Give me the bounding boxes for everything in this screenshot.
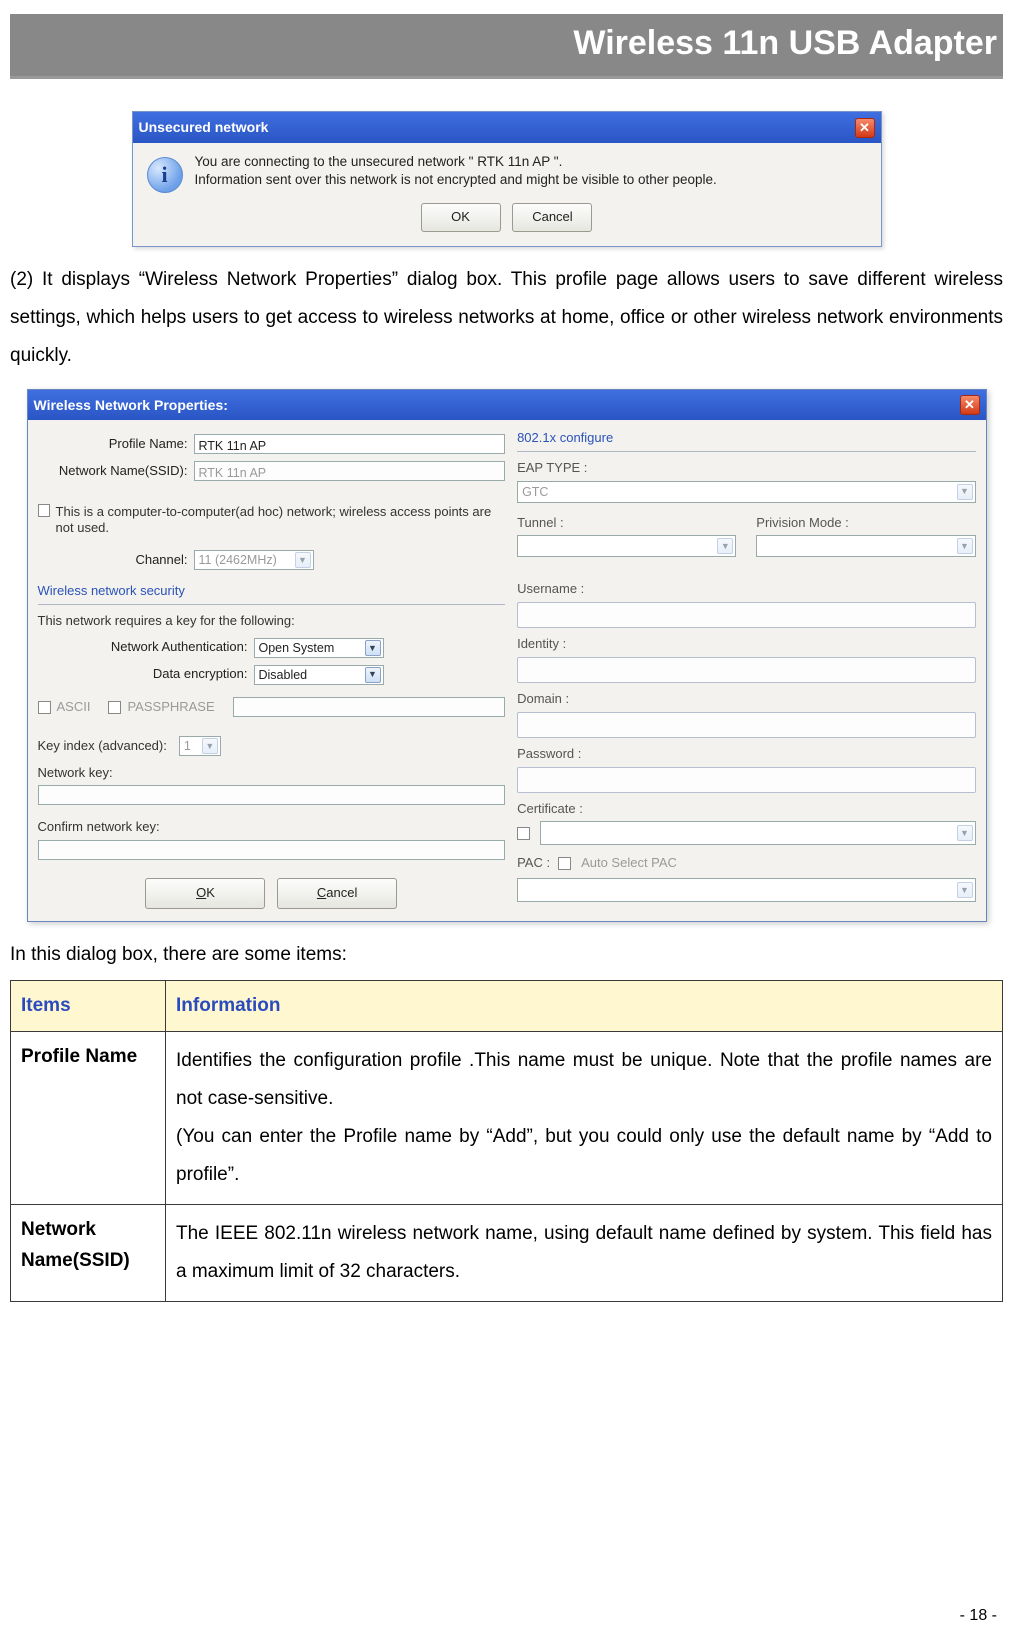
keyindex-select: 1 ▼: [179, 736, 221, 756]
enc-label: Data encryption:: [38, 664, 248, 685]
items-info-table: Items Information Profile Name Identifie…: [10, 980, 1003, 1302]
table-header-information: Information: [166, 981, 1003, 1032]
dialog2-titlebar[interactable]: Wireless Network Properties: ✕: [28, 390, 986, 420]
page-header: Wireless 11n USB Adapter: [10, 14, 1003, 79]
dialog1-message-line2: Information sent over this network is no…: [195, 171, 717, 189]
ascii-checkbox: [38, 701, 51, 714]
chevron-down-icon[interactable]: ▼: [365, 667, 381, 683]
enc-select[interactable]: Disabled ▼: [254, 665, 384, 685]
identity-label: Identity :: [517, 634, 975, 655]
username-label: Username :: [517, 579, 975, 600]
confirmkey-label: Confirm network key:: [38, 817, 506, 838]
netkey-label: Network key:: [38, 763, 506, 784]
paragraph-3: In this dialog box, there are some items…: [10, 936, 1003, 974]
adhoc-label: This is a computer-to-computer(ad hoc) n…: [56, 504, 506, 537]
close-icon[interactable]: ✕: [960, 395, 980, 415]
auto-select-pac-label: Auto Select PAC: [581, 853, 677, 874]
eap-type-label: EAP TYPE :: [517, 458, 975, 479]
dialog1-message: You are connecting to the unsecured netw…: [195, 153, 717, 189]
paragraph-2: (2) It displays “Wireless Network Proper…: [10, 261, 1003, 375]
dialog2-title: Wireless Network Properties:: [34, 394, 228, 416]
ok-button[interactable]: OK: [145, 878, 265, 909]
table-cell-info: Identifies the configuration profile .Th…: [166, 1032, 1003, 1205]
cancel-button[interactable]: Cancel: [512, 203, 592, 232]
netkey-input: [38, 785, 506, 805]
ssid-input: RTK 11n AP: [194, 461, 506, 481]
table-cell-info: The IEEE 802.11n wireless network name, …: [166, 1205, 1003, 1302]
chevron-down-icon: ▼: [957, 882, 973, 898]
identity-input: [517, 657, 975, 683]
info-icon: i: [147, 157, 183, 193]
keyindex-label: Key index (advanced):: [38, 736, 167, 757]
tunnel-label: Tunnel :: [517, 513, 736, 534]
certificate-select: ▼: [540, 821, 975, 845]
auto-select-pac-checkbox: [558, 857, 571, 870]
chevron-down-icon: ▼: [717, 538, 733, 554]
channel-select: 11 (2462MHz) ▼: [194, 550, 314, 570]
table-row: Network Name(SSID) The IEEE 802.11n wire…: [11, 1205, 1003, 1302]
table-row: Profile Name Identifies the configuratio…: [11, 1032, 1003, 1205]
chevron-down-icon: ▼: [202, 738, 218, 754]
page-number: - 18 -: [960, 1603, 997, 1629]
privision-mode-select: ▼: [756, 535, 975, 557]
close-icon[interactable]: ✕: [855, 118, 875, 138]
adhoc-checkbox[interactable]: [38, 504, 50, 517]
pac-label: PAC :: [517, 853, 550, 874]
passphrase-label: PASSPHRASE: [127, 699, 214, 714]
tunnel-select: ▼: [517, 535, 736, 557]
unsecured-network-dialog: Unsecured network ✕ i You are connecting…: [132, 111, 882, 246]
security-intro: This network requires a key for the foll…: [38, 611, 506, 632]
security-group-label: Wireless network security: [38, 581, 506, 602]
profile-name-label: Profile Name:: [38, 434, 188, 455]
certificate-checkbox: [517, 827, 530, 840]
certificate-label: Certificate :: [517, 799, 975, 820]
profile-name-input[interactable]: RTK 11n AP: [194, 434, 506, 454]
table-cell-item: Profile Name: [11, 1032, 166, 1205]
domain-label: Domain :: [517, 689, 975, 710]
dialog1-message-line1: You are connecting to the unsecured netw…: [195, 153, 717, 171]
header-title: Wireless 11n USB Adapter: [10, 14, 1003, 76]
dialog1-title: Unsecured network: [139, 116, 269, 138]
table-cell-item: Network Name(SSID): [11, 1205, 166, 1302]
confirmkey-input: [38, 840, 506, 860]
eap-type-select: GTC ▼: [517, 481, 975, 503]
chevron-down-icon: ▼: [957, 484, 973, 500]
password-label: Password :: [517, 744, 975, 765]
chevron-down-icon[interactable]: ▼: [365, 640, 381, 656]
ok-button[interactable]: OK: [421, 203, 501, 232]
password-input: [517, 767, 975, 793]
chevron-down-icon: ▼: [957, 538, 973, 554]
pac-select: ▼: [517, 878, 975, 902]
wireless-properties-dialog: Wireless Network Properties: ✕ Profile N…: [27, 389, 987, 922]
table-header-items: Items: [11, 981, 166, 1032]
chevron-down-icon: ▼: [295, 552, 311, 568]
dialog1-titlebar[interactable]: Unsecured network ✕: [133, 112, 881, 142]
username-input: [517, 602, 975, 628]
dot1x-group-label: 802.1x configure: [517, 428, 975, 449]
ascii-label: ASCII: [57, 699, 91, 714]
cancel-button[interactable]: Cancel: [277, 878, 397, 909]
auth-label: Network Authentication:: [38, 637, 248, 658]
ssid-label: Network Name(SSID):: [38, 461, 188, 482]
domain-input: [517, 712, 975, 738]
auth-select[interactable]: Open System ▼: [254, 638, 384, 658]
passphrase-checkbox: [108, 701, 121, 714]
channel-label: Channel:: [38, 550, 188, 571]
privision-mode-label: Privision Mode :: [756, 513, 975, 534]
chevron-down-icon: ▼: [957, 825, 973, 841]
passphrase-input: [233, 697, 505, 717]
